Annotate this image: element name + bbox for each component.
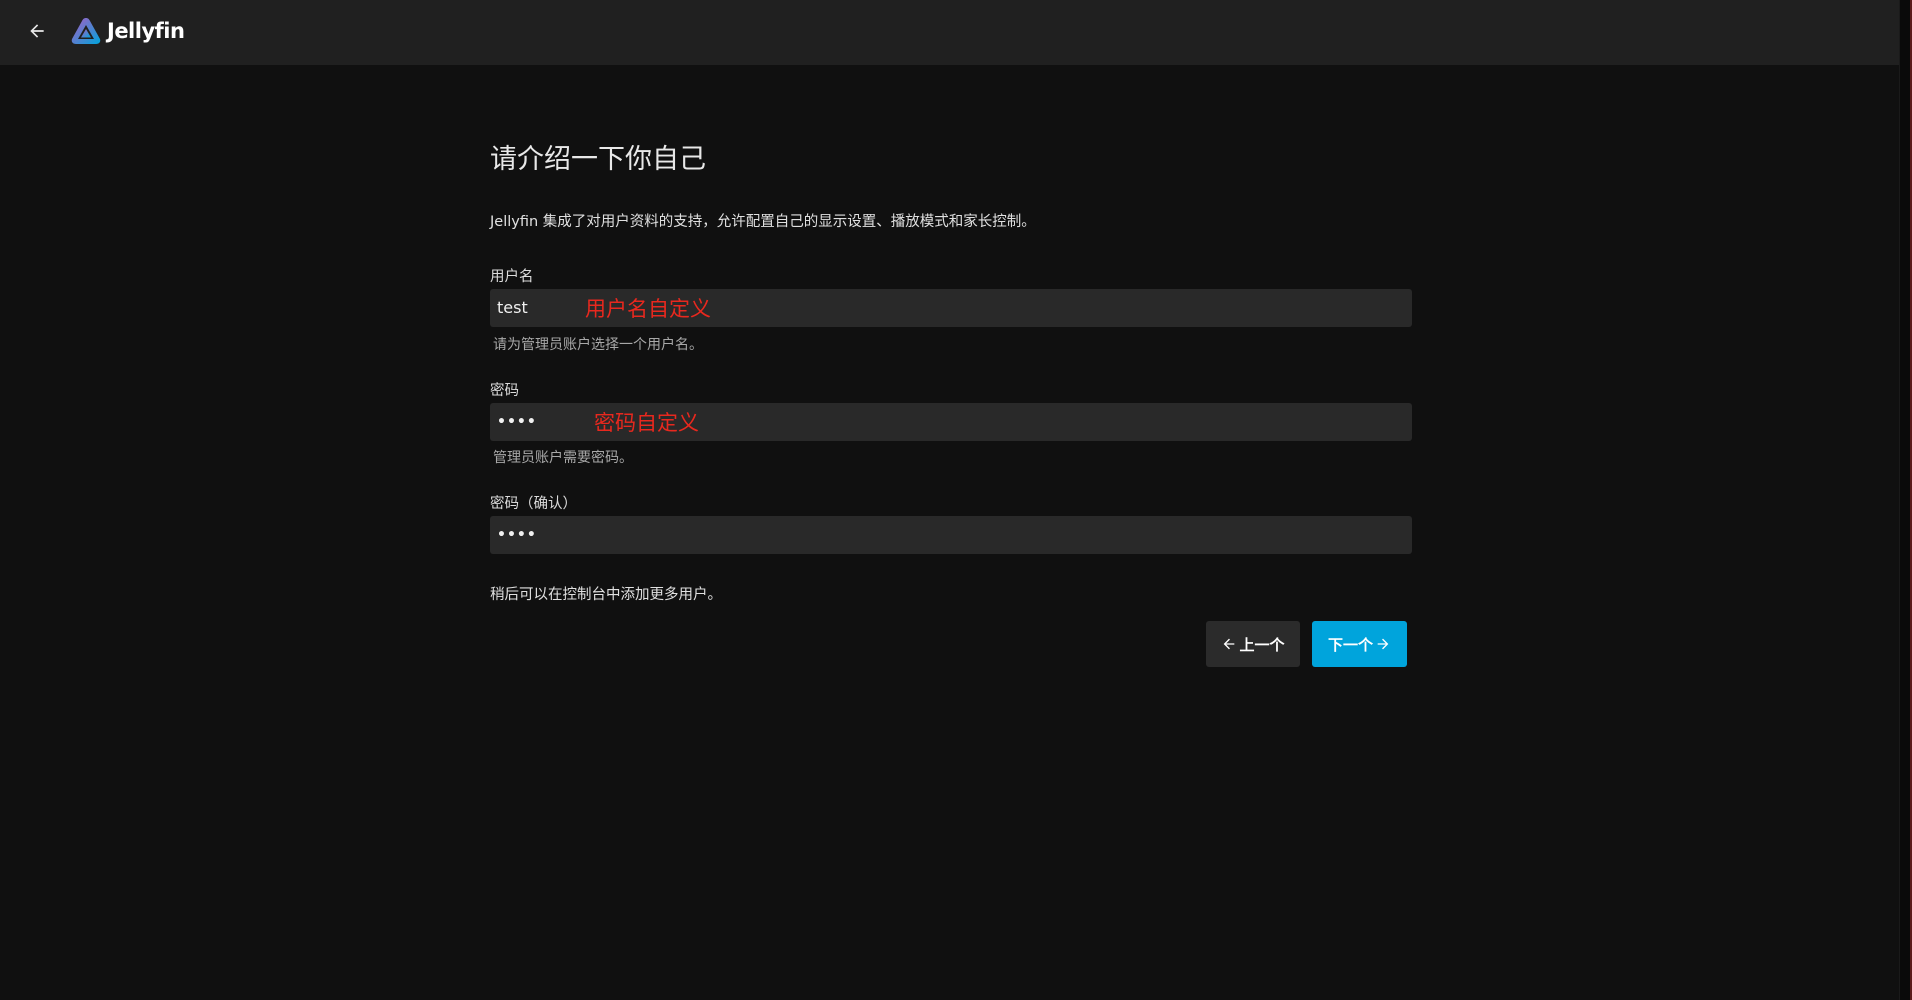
arrow-left-icon bbox=[1224, 638, 1235, 650]
jellyfin-triangle-icon bbox=[71, 18, 101, 44]
previous-button[interactable]: 上一个 bbox=[1206, 621, 1300, 667]
logo-text: Jellyfin bbox=[107, 19, 185, 43]
username-hint: 请为管理员账户选择一个用户名。 bbox=[493, 337, 703, 353]
password-hint: 管理员账户需要密码。 bbox=[493, 450, 633, 466]
arrow-right-icon bbox=[1377, 638, 1389, 650]
password-annotation: 密码自定义 bbox=[594, 411, 699, 435]
password-confirm-value: •••• bbox=[497, 527, 537, 543]
previous-button-label: 上一个 bbox=[1239, 635, 1285, 654]
page-title: 请介绍一下你自己 bbox=[490, 144, 706, 175]
arrow-left-icon bbox=[30, 24, 44, 38]
top-header: Jellyfin bbox=[0, 0, 1900, 65]
password-confirm-input[interactable]: •••• bbox=[490, 516, 1412, 554]
username-value: test bbox=[497, 298, 528, 317]
username-input[interactable]: test 用户名自定义 bbox=[490, 289, 1412, 327]
password-label: 密码 bbox=[490, 383, 519, 399]
username-annotation: 用户名自定义 bbox=[585, 297, 711, 321]
back-button[interactable] bbox=[22, 16, 52, 46]
footer-note: 稍后可以在控制台中添加更多用户。 bbox=[490, 587, 722, 603]
password-input[interactable]: •••• 密码自定义 bbox=[490, 403, 1412, 441]
password-value: •••• bbox=[497, 414, 537, 430]
wizard-form: 请介绍一下你自己 Jellyfin 集成了对用户资料的支持，允许配置自己的显示设… bbox=[490, 140, 1412, 667]
page-description: Jellyfin 集成了对用户资料的支持，允许配置自己的显示设置、播放模式和家长… bbox=[490, 214, 1036, 230]
next-button[interactable]: 下一个 bbox=[1312, 621, 1407, 667]
next-button-label: 下一个 bbox=[1327, 635, 1373, 654]
jellyfin-logo[interactable]: Jellyfin bbox=[70, 16, 185, 46]
password-confirm-label: 密码（确认） bbox=[490, 496, 577, 512]
username-label: 用户名 bbox=[490, 269, 534, 285]
button-row: 上一个 下一个 bbox=[490, 621, 1412, 667]
